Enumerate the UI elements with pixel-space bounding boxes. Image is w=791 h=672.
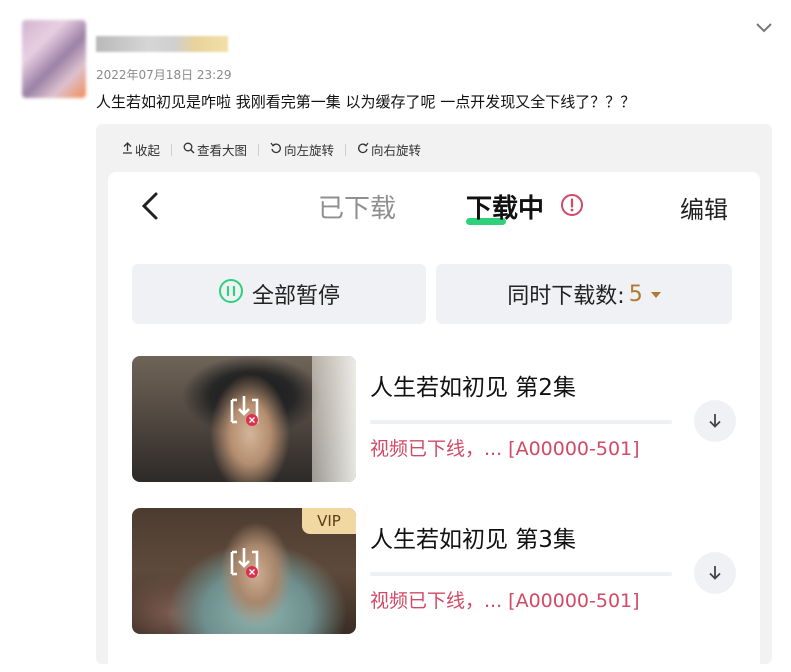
offline-download-icon bbox=[224, 542, 264, 586]
rotate-left-label: 向左旋转 bbox=[284, 143, 335, 158]
episode-thumbnail[interactable] bbox=[132, 356, 356, 482]
episode-status: 视频已下线，... [A00000-501] bbox=[370, 438, 640, 460]
pause-circle-icon bbox=[218, 278, 244, 310]
edit-button[interactable]: 编辑 bbox=[680, 190, 728, 225]
app-screenshot: 已下载 下载中 编辑 全部暂停 同时下载数: 5 人生若如初见 第2集 视频已下… bbox=[108, 172, 760, 672]
download-list-item[interactable]: 人生若如初见 第2集 视频已下线，... [A00000-501] bbox=[132, 356, 742, 482]
magnifier-icon bbox=[183, 142, 195, 157]
download-arrow-icon[interactable] bbox=[694, 400, 736, 442]
username-blurred[interactable] bbox=[96, 36, 228, 52]
caret-down-icon bbox=[650, 292, 661, 298]
rotate-right-icon bbox=[357, 142, 369, 157]
view-large-button[interactable]: 查看大图 bbox=[183, 140, 247, 159]
view-large-label: 查看大图 bbox=[197, 143, 248, 158]
episode-title: 人生若如初见 第2集 bbox=[370, 375, 576, 401]
rotate-left-icon bbox=[270, 142, 282, 157]
collapse-button[interactable]: 收起 bbox=[122, 140, 160, 159]
toolbar-divider bbox=[171, 143, 173, 156]
episode-thumbnail[interactable]: VIP bbox=[132, 508, 356, 634]
concurrent-value: 5 bbox=[628, 281, 643, 307]
episode-title: 人生若如初见 第3集 bbox=[370, 527, 576, 553]
tab-downloaded[interactable]: 已下载 bbox=[318, 188, 396, 225]
media-card: 收起 查看大图 向左旋转 向右旋转 已下载 下载中 编辑 全部暂停 同时下载数:… bbox=[96, 124, 772, 672]
user-avatar[interactable] bbox=[22, 20, 86, 98]
chevron-down-icon[interactable] bbox=[752, 16, 776, 40]
download-progress-bar bbox=[370, 420, 672, 424]
chevron-left-icon[interactable] bbox=[138, 186, 164, 226]
download-arrow-icon[interactable] bbox=[694, 552, 736, 594]
download-list-item[interactable]: VIP 人生若如初见 第3集 视频已下线，... [A00000-501] bbox=[132, 508, 742, 634]
tab-downloading[interactable]: 下载中 bbox=[466, 188, 544, 225]
media-toolbar: 收起 查看大图 向左旋转 向右旋转 bbox=[122, 140, 421, 159]
rotate-right-button[interactable]: 向右旋转 bbox=[357, 140, 421, 159]
post-timestamp[interactable]: 2022年07月18日 23:29 bbox=[96, 66, 231, 83]
rotate-left-button[interactable]: 向左旋转 bbox=[270, 140, 334, 159]
pause-all-button[interactable]: 全部暂停 bbox=[132, 264, 426, 324]
concurrent-downloads-select[interactable]: 同时下载数: 5 bbox=[436, 264, 732, 324]
upload-arrow-icon bbox=[122, 142, 133, 157]
episode-status: 视频已下线，... [A00000-501] bbox=[370, 590, 640, 612]
collapse-label: 收起 bbox=[135, 143, 161, 158]
vip-badge: VIP bbox=[302, 508, 356, 534]
exclamation-circle-icon[interactable] bbox=[560, 193, 584, 217]
rotate-right-label: 向右旋转 bbox=[371, 143, 422, 158]
pause-all-label: 全部暂停 bbox=[251, 284, 340, 309]
toolbar-divider bbox=[345, 143, 347, 156]
download-progress-bar bbox=[370, 572, 672, 576]
post-text: 人生若如初见是咋啦 我刚看完第一集 以为缓存了呢 一点开发现又全下线了？？？ bbox=[96, 93, 636, 111]
offline-download-icon bbox=[224, 390, 264, 434]
toolbar-divider bbox=[258, 143, 260, 156]
concurrent-label: 同时下载数: bbox=[507, 284, 625, 309]
